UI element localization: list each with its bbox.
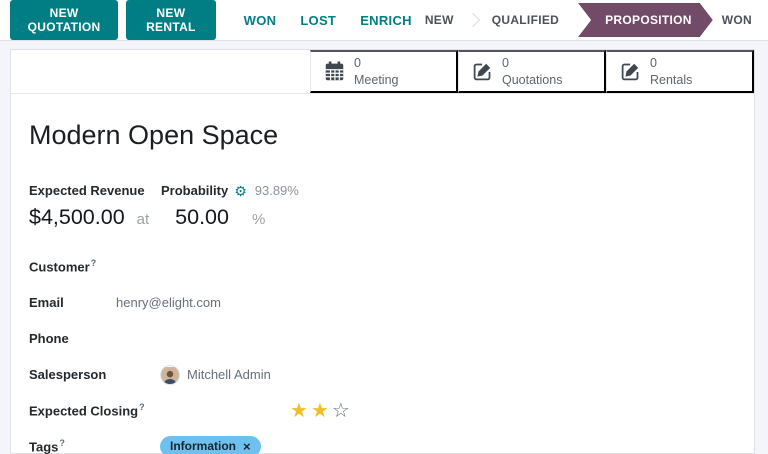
expected-closing-label-text: Expected Closing xyxy=(29,404,138,419)
rentals-label: Rentals xyxy=(650,72,692,88)
lead-title[interactable]: Modern Open Space xyxy=(29,120,736,151)
expected-revenue-input[interactable]: $4,500.00 xyxy=(29,205,125,230)
chevron-right-icon xyxy=(466,13,480,27)
tags-label-text: Tags xyxy=(29,440,58,454)
customer-field-row: Customer? xyxy=(29,256,736,277)
enrich-button[interactable]: ENRICH xyxy=(360,13,412,28)
priority-widget: ★ ★ ☆ xyxy=(290,401,350,421)
quotations-stat-text: 0 Quotations xyxy=(502,55,562,88)
revenue-label-row: Expected Revenue Probability ⚙ 93.89% xyxy=(29,183,736,198)
new-quotation-button[interactable]: NEW QUOTATION xyxy=(10,0,118,40)
customer-help-icon[interactable]: ? xyxy=(91,258,97,268)
salesperson-label: Salesperson xyxy=(29,367,160,382)
probability-label: Probability xyxy=(161,183,228,198)
rentals-stat-text: 0 Rentals xyxy=(650,55,692,88)
expected-closing-label: Expected Closing? xyxy=(29,402,160,418)
tags-field-row: Tags? Information × xyxy=(29,436,736,454)
salesperson-field-row: Salesperson Mitchell Admin xyxy=(29,364,736,385)
quotations-count: 0 xyxy=(502,55,509,71)
star-empty-icon[interactable]: ☆ xyxy=(332,401,350,421)
new-rental-button[interactable]: NEW RENTAL xyxy=(126,0,216,40)
form-sheet: 0 Meeting 0 Quotations xyxy=(10,49,755,454)
at-label: at xyxy=(137,211,150,228)
calendar-icon xyxy=(324,61,345,82)
tags-label: Tags? xyxy=(29,438,160,454)
statusbar: NEW QUOTATION NEW RENTAL WON LOST ENRICH… xyxy=(0,0,768,41)
stage-qualified[interactable]: QUALIFIED xyxy=(479,13,572,27)
avatar xyxy=(160,365,180,385)
quotations-label: Quotations xyxy=(502,72,562,88)
meeting-count: 0 xyxy=(354,55,361,71)
edit-icon xyxy=(472,61,493,82)
probability-auto-value: 93.89% xyxy=(255,183,299,198)
email-field-row: Email henry@elight.com xyxy=(29,292,736,313)
expected-closing-help-icon[interactable]: ? xyxy=(139,402,145,412)
tag-information[interactable]: Information × xyxy=(160,436,261,454)
won-button[interactable]: WON xyxy=(244,13,277,28)
star-filled-icon[interactable]: ★ xyxy=(311,401,329,421)
stage-won[interactable]: WON xyxy=(713,13,754,27)
probability-input[interactable]: 50.00 xyxy=(175,205,229,230)
sheet-body: Modern Open Space Expected Revenue Proba… xyxy=(11,94,754,454)
meeting-stat-button[interactable]: 0 Meeting xyxy=(310,50,458,93)
stage-pipeline: NEW QUALIFIED PROPOSITION WON xyxy=(412,3,754,37)
expected-closing-field-row: Expected Closing? ★ ★ ☆ xyxy=(29,400,736,421)
button-box: 0 Meeting 0 Quotations xyxy=(11,50,754,94)
stage-new[interactable]: NEW xyxy=(412,13,467,27)
edit-icon xyxy=(620,61,641,82)
star-filled-icon[interactable]: ★ xyxy=(290,401,308,421)
revenue-value-row: $4,500.00 at 50.00 % xyxy=(29,205,736,230)
phone-label: Phone xyxy=(29,331,160,346)
gear-icon[interactable]: ⚙ xyxy=(234,184,247,198)
email-label: Email xyxy=(29,295,116,310)
email-input[interactable]: henry@elight.com xyxy=(116,295,221,310)
rentals-stat-button[interactable]: 0 Rentals xyxy=(606,50,754,93)
meeting-stat-text: 0 Meeting xyxy=(354,55,398,88)
salesperson-name: Mitchell Admin xyxy=(187,367,271,382)
rentals-count: 0 xyxy=(650,55,657,71)
stage-proposition-active[interactable]: PROPOSITION xyxy=(578,3,713,37)
meeting-label: Meeting xyxy=(354,72,398,88)
percent-sign: % xyxy=(252,211,265,228)
customer-label-text: Customer xyxy=(29,260,90,275)
statusbar-links: WON LOST ENRICH xyxy=(244,13,412,28)
phone-field-row: Phone xyxy=(29,328,736,349)
salesperson-input[interactable]: Mitchell Admin xyxy=(160,365,271,385)
tags-help-icon[interactable]: ? xyxy=(59,438,65,448)
expected-revenue-label: Expected Revenue xyxy=(29,183,161,198)
tag-remove-icon[interactable]: × xyxy=(243,440,251,453)
customer-label: Customer? xyxy=(29,258,160,274)
tag-label: Information xyxy=(170,439,236,453)
quotations-stat-button[interactable]: 0 Quotations xyxy=(458,50,606,93)
lost-button[interactable]: LOST xyxy=(300,13,336,28)
statusbar-actions: NEW QUOTATION NEW RENTAL WON LOST ENRICH xyxy=(10,0,412,40)
